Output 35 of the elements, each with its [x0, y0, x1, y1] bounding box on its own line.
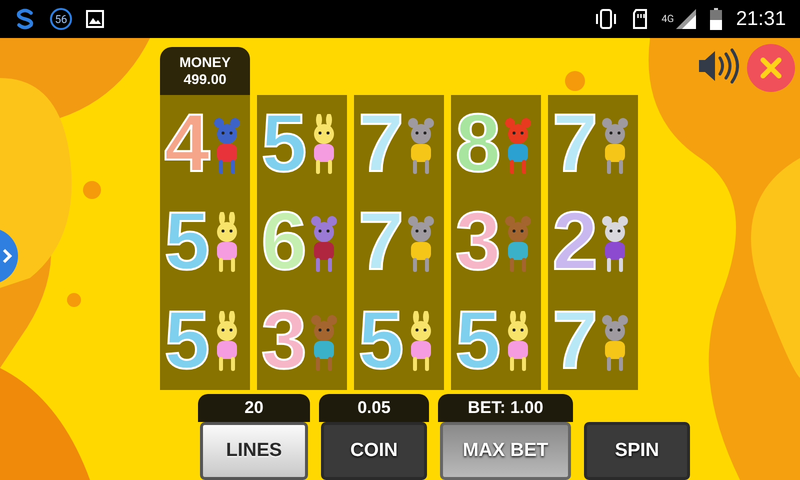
symbol-digit: 7 — [552, 103, 598, 186]
value-display: BET: 1.00 — [438, 394, 573, 422]
symbol-digit: 7 — [552, 300, 598, 382]
symbol-digit: 3 — [455, 201, 501, 284]
sd-card-icon — [632, 9, 648, 29]
symbol-digit: 5 — [261, 103, 307, 186]
symbol-digit: 5 — [164, 201, 210, 284]
symbol-digit: 5 — [358, 300, 404, 382]
symbol-digit: 7 — [358, 103, 404, 186]
value-display: 20 — [198, 394, 310, 422]
image-icon — [86, 10, 104, 28]
money-amount: 499.00 — [184, 71, 226, 88]
chevron-right-icon — [2, 248, 12, 264]
game-button[interactable]: LINES — [200, 422, 308, 480]
symbol-digit: 5 — [455, 300, 501, 382]
money-label: MONEY — [179, 54, 231, 71]
symbol-digit: 7 — [358, 201, 404, 284]
speaker-icon[interactable] — [697, 46, 739, 86]
close-icon[interactable] — [747, 44, 795, 92]
game-button[interactable]: COIN — [321, 422, 427, 480]
symbol-digit: 6 — [261, 201, 307, 284]
battery-icon — [710, 8, 722, 30]
symbol-digit: 2 — [552, 201, 598, 284]
symbol-digit: 3 — [261, 300, 307, 382]
network-type: 4G — [662, 14, 674, 24]
notification-badge: 56 — [50, 8, 72, 30]
symbol-digit: 5 — [164, 300, 210, 382]
signal-icon — [676, 9, 696, 29]
game-button[interactable]: SPIN — [584, 422, 690, 480]
value-display: 0.05 — [319, 394, 429, 422]
app-logo-icon — [14, 8, 36, 30]
symbol-digit: 4 — [164, 103, 210, 186]
vibrate-icon — [594, 9, 618, 29]
clock-time: 21:31 — [736, 8, 786, 30]
symbol-digit: 8 — [455, 103, 501, 186]
